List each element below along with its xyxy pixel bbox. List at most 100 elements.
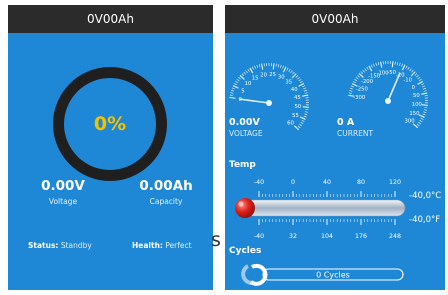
fahrenheit-scale: -40 32 104 176 248 <box>254 219 401 240</box>
current-gauge-minor-tick <box>416 123 420 127</box>
voltage-gauge-tick-label: 55 <box>292 113 299 119</box>
current-gauge-minor-tick <box>357 75 360 78</box>
voltage-gauge-tick-label: 40 <box>291 87 298 93</box>
current-reading: 0 A <box>337 117 355 128</box>
voltage-gauge-minor-tick <box>235 80 239 84</box>
current-gauge-tick-label: 150 <box>409 111 420 117</box>
current-gauge-minor-tick <box>348 92 352 94</box>
voltage-gauge-major-tick <box>249 67 254 74</box>
voltage-gauge-minor-tick <box>300 121 304 125</box>
current-gauge-minor-tick <box>349 90 353 92</box>
voltage-gauge-major-tick <box>272 63 275 70</box>
current-gauge-minor-tick <box>418 121 421 125</box>
voltage-gauge-minor-tick <box>280 64 282 68</box>
health-label: Health: <box>132 241 163 250</box>
current-gauge-tick-label: 300 <box>404 118 415 124</box>
screen-title: 0V00Ah <box>311 12 359 26</box>
current-gauge-minor-tick <box>350 85 354 88</box>
voltage-gauge-minor-tick <box>297 125 301 129</box>
current-gauge-minor-tick <box>399 62 401 66</box>
current-gauge-minor-tick <box>377 62 380 66</box>
current-gauge-minor-tick <box>354 78 358 82</box>
current-gauge-major-tick <box>418 114 425 118</box>
temp-heading: Temp <box>229 160 256 170</box>
voltage-gauge-minor-tick <box>231 89 235 92</box>
cycles-heading: Cycles <box>229 246 261 256</box>
voltage-gauge-minor-tick <box>304 111 308 113</box>
current-needle <box>387 72 401 102</box>
current-gauge-minor-tick <box>407 66 410 70</box>
voltage-gauge-minor-tick <box>290 70 293 74</box>
title-bar: 0V00Ah <box>8 5 213 33</box>
current-gauge-minor-tick <box>405 65 408 69</box>
charge-percent: 0% <box>93 113 127 135</box>
voltage-gauge-minor-tick <box>243 71 246 75</box>
voltage-gauge-minor-tick <box>297 77 300 80</box>
voltage-gauge-minor-tick <box>305 109 309 111</box>
current-gauge-minor-tick <box>422 113 426 116</box>
current-gauge-major-tick <box>421 104 428 106</box>
battery-gauges-screen: 0V00Ah 051015202530354045505560 0.00V VO… <box>225 5 445 290</box>
current-gauge-minor-tick <box>394 61 396 65</box>
voltage-gauge-tick-label: 5 <box>241 88 244 94</box>
current-gauge-label: CURRENT <box>337 129 373 138</box>
current-gauge-major-tick <box>401 64 406 71</box>
current-gauge-tick-label: -300 <box>353 95 366 101</box>
voltage-gauge-minor-tick <box>301 119 305 122</box>
voltage-gauge-minor-tick <box>288 68 291 72</box>
battery-overview-screen: 0V00Ah 0% 0.00V Voltage 0.00Ah Capacity … <box>8 5 213 290</box>
thermometer-bulb <box>235 198 255 218</box>
voltage-gauge-major-tick <box>282 66 287 73</box>
voltage-gauge-tick-label: 10 <box>245 81 252 87</box>
voltage-gauge-minor-tick <box>231 87 235 90</box>
voltage-gauge-major-tick <box>229 96 236 99</box>
voltage-gauge-minor-tick <box>303 89 307 92</box>
current-gauge-tick-label: -10 <box>403 78 412 84</box>
current-gauge-minor-tick <box>423 109 427 111</box>
current-gauge: -300-250-200-150-100-50 -20-1005010015030… <box>348 60 429 129</box>
current-gauge-minor-tick <box>422 87 426 90</box>
fahrenheit-scale-label: 248 <box>389 233 401 240</box>
voltage-gauge-label: VOLTAGE <box>229 129 263 138</box>
voltage-gauge-minor-tick <box>245 70 248 74</box>
voltage-gauge-minor-tick <box>277 64 280 68</box>
voltage-gauge-minor-tick <box>302 85 306 88</box>
voltage-gauge-tick-label: 15 <box>252 76 259 82</box>
voltage-gauge-minor-tick <box>303 115 307 118</box>
voltage-gauge-minor-tick <box>299 81 303 84</box>
voltage-gauge-minor-tick <box>254 65 256 69</box>
voltage-gauge-minor-tick <box>303 87 307 90</box>
voltage-gauge-minor-tick <box>304 92 308 94</box>
voltage-gauge-tick-label: 30 <box>278 75 285 81</box>
current-gauge-tick-label: 0 <box>412 85 416 91</box>
health-info: Health: Perfect <box>132 241 192 250</box>
voltage-gauge-minor-tick <box>286 67 289 71</box>
voltage-gauge-minor-tick <box>230 92 234 94</box>
voltage-gauge-minor-tick <box>251 66 254 70</box>
voltage-stat: 0.00V Voltage <box>23 178 103 206</box>
status-info: Status: Standby <box>28 241 92 250</box>
voltage-gauge-major-tick <box>302 106 309 108</box>
cycles-value: 0 Cycles <box>316 271 350 280</box>
current-gauge-major-tick <box>391 61 394 68</box>
voltage-gauge-minor-tick <box>295 75 299 78</box>
voltage-gauge-tick-label: 20 <box>260 73 267 79</box>
capacity-value: 0.00Ah <box>139 178 193 194</box>
voltage-gauge-minor-tick <box>236 78 240 82</box>
current-gauge-tick-label: 50 <box>413 93 420 99</box>
celsius-scale-label: 80 <box>357 179 365 186</box>
celsius-scale-label: 120 <box>389 179 401 186</box>
title-bar: 0V00Ah <box>225 5 445 33</box>
current-gauge-minor-tick <box>373 63 375 67</box>
current-gauge-major-tick <box>417 80 424 85</box>
current-gauge-minor-tick <box>370 64 373 68</box>
cropped-caption-letter: s <box>211 229 221 251</box>
current-gauge-minor-tick <box>419 119 423 123</box>
fahrenheit-scale-label: 32 <box>289 233 297 240</box>
current-gauge-minor-tick <box>409 68 412 72</box>
voltage-gauge-major-tick <box>299 116 306 120</box>
current-gauge-minor-tick <box>414 73 418 76</box>
current-gauge-minor-tick <box>422 85 426 88</box>
celsius-scale: -40 0 40 80 120 <box>254 179 401 197</box>
fahrenheit-scale-label: 104 <box>321 233 333 240</box>
